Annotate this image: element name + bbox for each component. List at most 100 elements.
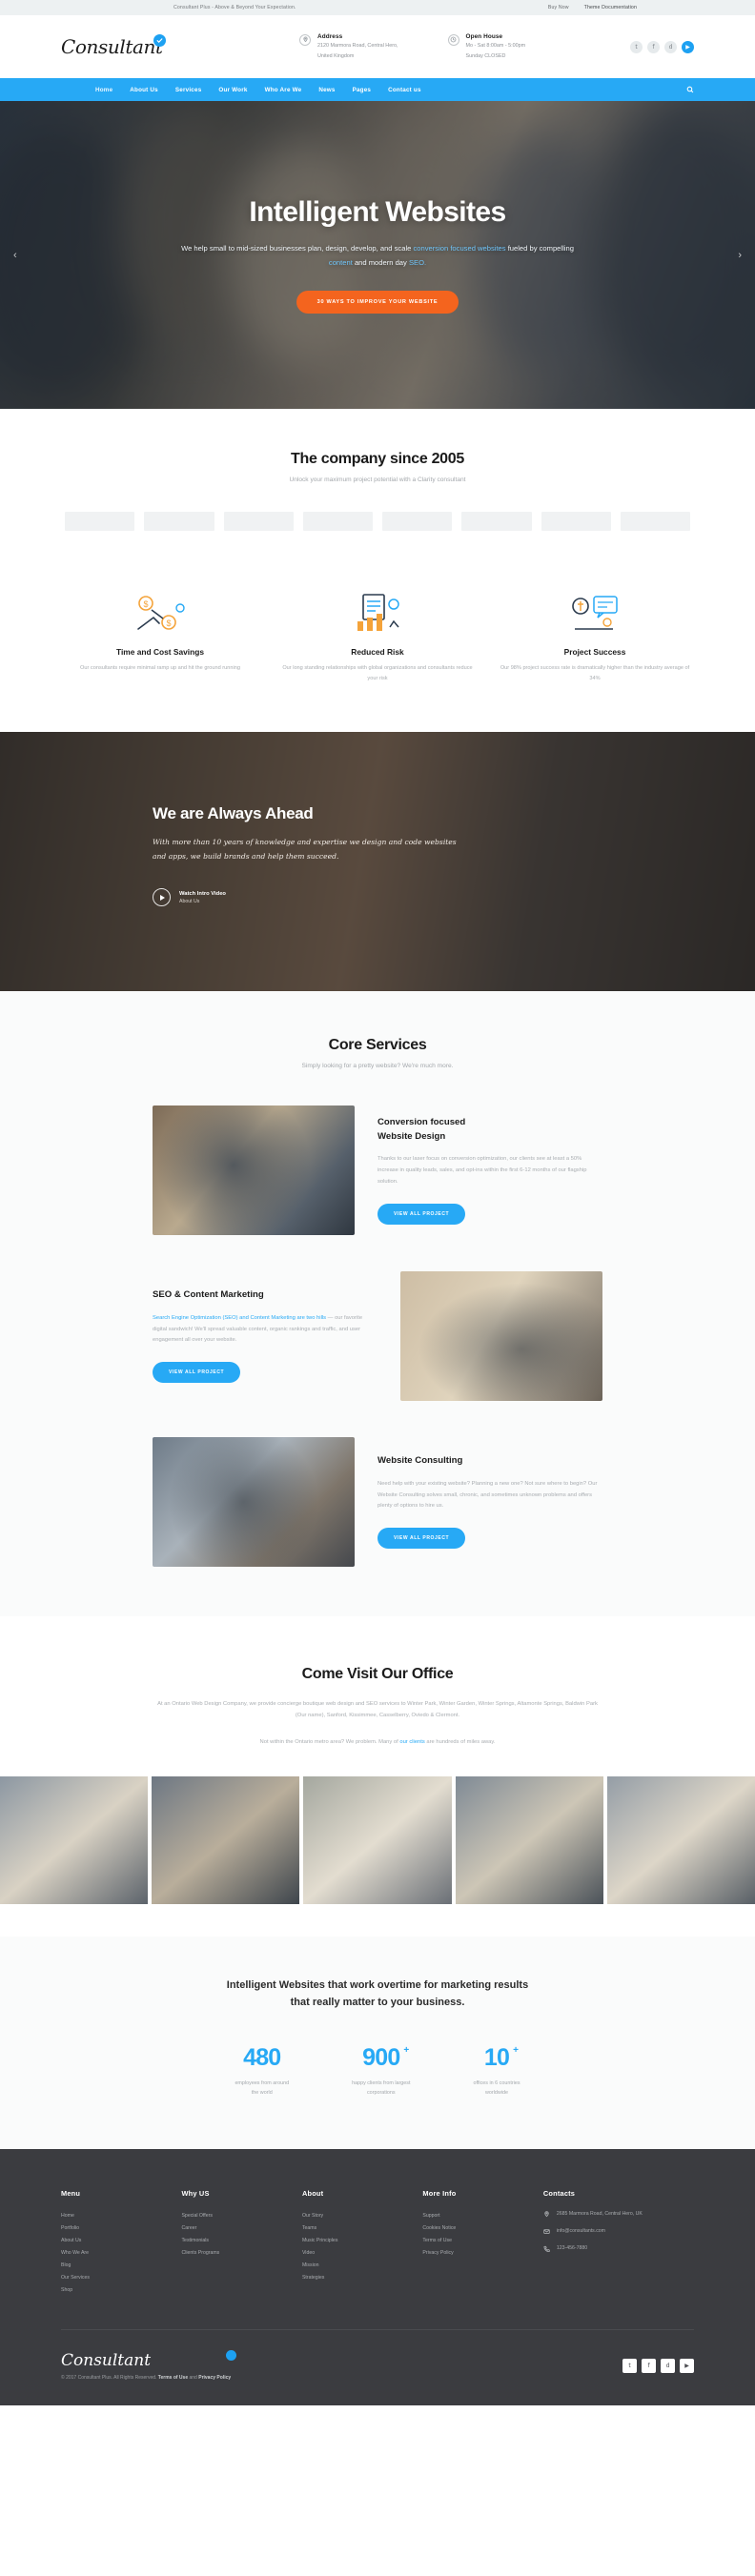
footer-link[interactable]: Terms of Use xyxy=(422,2235,542,2247)
service-text: Thanks to our laser focus on conversion … xyxy=(378,1155,587,1185)
header-address: Address 2120 Marmora Road, Central Hero,… xyxy=(299,33,398,61)
footer-link-list: Home Portfolio About Us Who We Are Blog … xyxy=(61,2210,181,2297)
footer-link[interactable]: Career xyxy=(181,2222,301,2235)
footer-link[interactable]: Privacy Policy xyxy=(422,2247,542,2260)
copyright: © 2017 Consultant Plus. All Rights Reser… xyxy=(61,2375,231,2381)
view-all-project-button[interactable]: VIEW ALL PROJECT xyxy=(378,1203,466,1225)
footer-link-list: Our Story Teams Music Principles Video M… xyxy=(302,2210,422,2284)
service-image xyxy=(400,1270,602,1401)
footer-link[interactable]: Home xyxy=(61,2210,181,2222)
footer-link[interactable]: Portfolio xyxy=(61,2222,181,2235)
service-text-link[interactable]: Search Engine Optimization (SEO) and Con… xyxy=(153,1315,326,1321)
footer-link[interactable]: Who We Are xyxy=(61,2247,181,2260)
contact-email-text: info@consultants.com xyxy=(556,2228,605,2235)
footer-link[interactable]: Cookies Notice xyxy=(422,2222,542,2235)
stat-number-wrap: 10 + xyxy=(484,2044,519,2072)
footer-link[interactable]: Testimonials xyxy=(181,2235,301,2247)
service-conversion-focused-website-design: Conversion focused Website Design Thanks… xyxy=(0,1105,755,1235)
core-services-section: Core Services Simply looking for a prett… xyxy=(0,990,755,1616)
footer-link[interactable]: Video xyxy=(302,2247,422,2260)
nav-item-who-are-we[interactable]: Who Are We xyxy=(265,87,302,93)
gallery-photo[interactable] xyxy=(0,1776,149,1905)
footer-link[interactable]: About Us xyxy=(61,2235,181,2247)
gallery-photo[interactable] xyxy=(152,1776,300,1905)
facebook-icon[interactable]: f xyxy=(647,40,660,53)
footer-link[interactable]: Strategies xyxy=(302,2272,422,2284)
nav-item-pages[interactable]: Pages xyxy=(353,87,372,93)
footer-link[interactable]: Our Story xyxy=(302,2210,422,2222)
topbar-links: Buy Now Theme Documentation xyxy=(548,5,637,10)
service-text: Need help with your existing website? Pl… xyxy=(378,1480,598,1510)
watch-intro-video-button[interactable]: Watch Intro Video About Us xyxy=(153,888,755,907)
openhouse-title: Open House xyxy=(465,32,503,40)
stat-number: 480 xyxy=(243,2043,281,2071)
gallery-photo[interactable] xyxy=(606,1776,755,1905)
theme-documentation-link[interactable]: Theme Documentation xyxy=(584,5,637,10)
since-subtitle: Unlock your maximum project potential wi… xyxy=(289,477,466,483)
nav-item-services[interactable]: Services xyxy=(175,87,202,93)
watch-title: Watch Intro Video xyxy=(179,890,226,897)
footer-link[interactable]: Clients Programs xyxy=(181,2247,301,2260)
play-icon[interactable] xyxy=(153,888,171,907)
hero-next-arrow[interactable]: › xyxy=(738,250,742,261)
view-all-project-button[interactable]: VIEW ALL PROJECT xyxy=(153,1362,241,1384)
nav-item-about-us[interactable]: About Us xyxy=(130,87,158,93)
hero-prev-arrow[interactable]: ‹ xyxy=(13,250,17,261)
openhouse-line-1: Mo - Sat 8:00am - 5:00pm xyxy=(465,42,526,49)
footer-logo[interactable]: Consultant xyxy=(61,2350,237,2370)
facebook-icon[interactable]: f xyxy=(642,2359,656,2374)
hero-title: Intelligent Websites xyxy=(249,196,506,229)
gallery-photo[interactable] xyxy=(303,1776,452,1905)
dribbble-icon[interactable]: d xyxy=(661,2359,675,2374)
hero-sub-highlight-3[interactable]: SEO. xyxy=(409,258,426,267)
office-body-b: Not within the Ontario metro area? We pr… xyxy=(259,1739,400,1746)
footer-columns: Menu Home Portfolio About Us Who We Are … xyxy=(61,2189,694,2297)
twitter-icon[interactable]: t xyxy=(622,2359,637,2374)
terms-of-use-link[interactable]: Terms of Use xyxy=(158,2375,188,2381)
footer-link[interactable]: Shop xyxy=(61,2284,181,2297)
stat-label: employees from around the world xyxy=(235,2079,289,2099)
footer-link[interactable]: Support xyxy=(422,2210,542,2222)
hero-sub-highlight-2[interactable]: content xyxy=(329,258,353,267)
topbar-tagline: Consultant Plus - Above & Beyond Your Ex… xyxy=(173,5,296,10)
privacy-policy-link[interactable]: Privacy Policy xyxy=(198,2375,231,2381)
contact-email[interactable]: info@consultants.com xyxy=(543,2227,694,2236)
nav-item-news[interactable]: News xyxy=(318,87,335,93)
hero-sub-highlight-1[interactable]: conversion focused websites xyxy=(413,244,505,253)
logo[interactable]: Consultant xyxy=(61,34,187,58)
footer-heading: Menu xyxy=(61,2189,81,2199)
contact-phone[interactable]: 123-456-7880 xyxy=(543,2244,694,2253)
nav-item-home[interactable]: Home xyxy=(95,87,112,93)
search-icon[interactable] xyxy=(686,81,694,98)
youtube-icon[interactable]: ▶ xyxy=(680,2359,694,2374)
footer-link-list: Special Offers Career Testimonials Clien… xyxy=(181,2210,301,2260)
footer-link[interactable]: Teams xyxy=(302,2222,422,2235)
features-section: $ $ Time and Cost Savings Our consultant… xyxy=(0,559,755,732)
footer-link[interactable]: Music Principles xyxy=(302,2235,422,2247)
office-clients-link[interactable]: our clients xyxy=(399,1739,424,1745)
footer-link[interactable]: Mission xyxy=(302,2260,422,2272)
footer-link[interactable]: Blog xyxy=(61,2260,181,2272)
client-logo-strip xyxy=(61,512,694,531)
hero-sub-c: and modern day xyxy=(352,257,409,267)
nav-list: Home About Us Services Our Work Who Are … xyxy=(95,87,421,93)
hero-cta-button[interactable]: 30 WAYS TO IMPROVE YOUR WEBSITE xyxy=(296,290,459,314)
youtube-icon[interactable]: ▶ xyxy=(682,40,694,53)
twitter-icon[interactable]: t xyxy=(630,40,643,53)
gallery-photo[interactable] xyxy=(455,1776,603,1905)
buy-now-link[interactable]: Buy Now xyxy=(548,5,569,10)
stat-label-line-2: corporations xyxy=(366,2089,396,2096)
footer-link[interactable]: Our Services xyxy=(61,2272,181,2284)
view-all-project-button[interactable]: VIEW ALL PROJECT xyxy=(378,1528,466,1550)
nav-item-our-work[interactable]: Our Work xyxy=(218,87,247,93)
dribbble-icon[interactable]: d xyxy=(664,40,677,53)
hero-sub-a: We help small to mid-sized businesses pl… xyxy=(181,244,414,254)
service-image xyxy=(153,1105,355,1235)
address-line-1: 2120 Marmora Road, Central Hero, xyxy=(317,42,398,49)
nav-item-contact-us[interactable]: Contact us xyxy=(388,87,421,93)
stat-label-line-1: employees from around xyxy=(235,2079,290,2086)
client-logo xyxy=(302,512,373,531)
feature-title: Reduced Risk xyxy=(351,647,404,657)
footer-column-about: About Our Story Teams Music Principles V… xyxy=(302,2189,422,2297)
footer-link[interactable]: Special Offers xyxy=(181,2210,301,2222)
